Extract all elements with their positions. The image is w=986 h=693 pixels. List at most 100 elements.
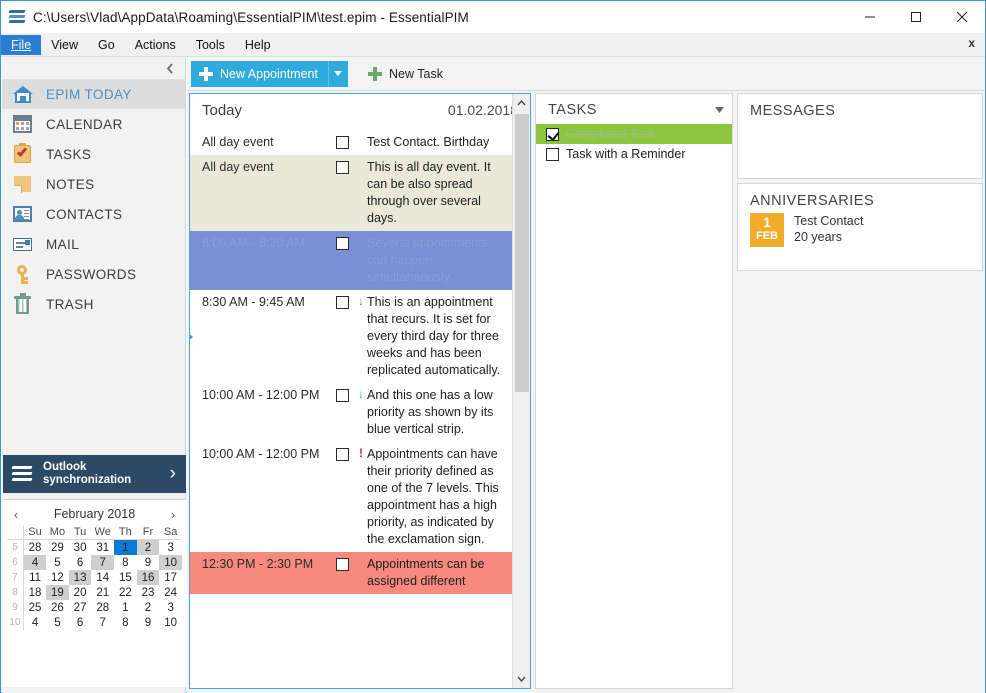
calendar-day-cell[interactable]: 3	[159, 540, 182, 556]
calendar-day-cell[interactable]: 17	[159, 570, 182, 585]
sidebar-item-epim-today[interactable]: EPIM TODAY	[2, 79, 185, 109]
appointment-row[interactable]: 12:30 PM - 2:30 PM Appointments can be as…	[190, 552, 513, 594]
calendar-day-cell[interactable]: 31	[91, 540, 114, 556]
appointment-row[interactable]: All day event This is all day event. It c…	[190, 155, 513, 231]
calendar-day-cell[interactable]: 25	[23, 600, 46, 615]
calendar-day-cell[interactable]: 9	[137, 555, 160, 570]
appointment-row[interactable]: 10:00 AM - 12:00 PM! Appointments can hav…	[190, 442, 513, 552]
maximize-button[interactable]	[893, 1, 939, 33]
appointment-checkbox[interactable]	[336, 161, 349, 174]
calendar-day-cell[interactable]: 28	[91, 600, 114, 615]
anniversary-list: 1 FEB Test Contact 20 years	[738, 209, 982, 247]
scrollbar-thumb[interactable]	[515, 114, 529, 392]
calendar-day-cell[interactable]: 20	[69, 585, 92, 600]
calendar-day-cell[interactable]: 30	[69, 540, 92, 556]
new-appointment-dropdown-button[interactable]	[327, 60, 348, 87]
menu-view[interactable]: View	[41, 35, 88, 55]
plus-icon	[367, 66, 382, 81]
calendar-day-cell[interactable]: 2	[136, 539, 160, 555]
calendar-day-cell[interactable]: 21	[91, 585, 114, 600]
appointment-list[interactable]: All day event Test Contact. Birthday All d…	[190, 130, 513, 688]
sidebar-item-tasks[interactable]: TASKS	[2, 139, 185, 169]
appointment-checkbox[interactable]	[336, 558, 349, 571]
calendar-day-cell[interactable]: 9	[137, 615, 160, 630]
appointment-row[interactable]: 10:00 AM - 12:00 PM ↓ And this one has a l…	[190, 383, 513, 442]
appointment-row[interactable]: 8:30 AM - 9:45 AM ↓ This is an appointment…	[190, 290, 513, 383]
chevron-down-icon[interactable]	[715, 105, 724, 115]
menu-help[interactable]: Help	[235, 35, 281, 55]
calendar-day-cell[interactable]: 10	[159, 555, 182, 570]
appointment-checkbox[interactable]	[336, 389, 349, 402]
new-appointment-button[interactable]: New Appointment	[191, 60, 328, 87]
outlook-synchronization-banner[interactable]: Outlook synchronization ›	[3, 455, 186, 493]
calendar-month-title: February 2018	[53, 507, 136, 521]
appointment-checkbox[interactable]	[336, 237, 349, 250]
calendar-day-cell[interactable]: 6	[69, 555, 92, 570]
menubar-close-icon[interactable]: x	[968, 36, 975, 50]
menu-file[interactable]: File	[1, 34, 42, 55]
calendar-day-cell[interactable]: 26	[46, 600, 69, 615]
sidebar-item-contacts[interactable]: CONTACTS	[2, 199, 185, 229]
tasks-title: TASKS	[548, 102, 597, 118]
calendar-day-cell[interactable]: 22	[114, 585, 137, 600]
calendar-day-cell[interactable]: 8	[114, 555, 137, 570]
menu-actions[interactable]: Actions	[125, 35, 186, 55]
scroll-up-icon[interactable]	[513, 94, 530, 112]
sidebar-item-notes[interactable]: NOTES	[2, 169, 185, 199]
appointment-checkbox[interactable]	[336, 448, 349, 461]
calendar-day-cell[interactable]: 18	[23, 585, 46, 600]
appointment-row[interactable]: All day event Test Contact. Birthday	[190, 130, 513, 155]
menu-go[interactable]: Go	[88, 35, 125, 55]
minimize-button[interactable]	[847, 1, 893, 33]
chevron-right-icon[interactable]: ›	[170, 463, 176, 485]
calendar-day-cell[interactable]: 28	[23, 540, 46, 556]
scroll-down-icon[interactable]	[513, 670, 530, 688]
panels-container: Today 01.02.2018 All day event Test Conta…	[187, 91, 985, 693]
priority-low-icon: ↓	[358, 387, 364, 401]
appointment-row[interactable]: 8:00 AM - 8:30 AM Several appointments ca…	[190, 231, 513, 290]
calendar-day-cell[interactable]: 23	[137, 585, 160, 600]
appointment-checkbox[interactable]	[336, 136, 349, 149]
calendar-day-cell[interactable]: 7	[91, 615, 114, 630]
close-button[interactable]	[939, 1, 985, 33]
calendar-day-cell[interactable]: 4	[23, 555, 47, 570]
sidebar-collapse-icon[interactable]	[2, 57, 185, 79]
sidebar-item-mail[interactable]: MAIL	[2, 229, 185, 259]
calendar-day-cell[interactable]: 2	[137, 600, 160, 615]
anniversary-row[interactable]: 1 FEB Test Contact 20 years	[738, 209, 982, 247]
calendar-day-cell[interactable]: 1	[114, 600, 137, 615]
calendar-day-cell[interactable]: 12	[46, 570, 69, 585]
sidebar-item-trash[interactable]: TRASH	[2, 289, 185, 319]
calendar-day-cell[interactable]: 4	[23, 615, 46, 630]
calendar-day-cell[interactable]: 19	[46, 585, 69, 600]
appointment-checkbox[interactable]	[336, 296, 349, 309]
new-task-button[interactable]: New Task	[358, 61, 453, 87]
calendar-day-cell[interactable]: 24	[159, 585, 182, 600]
calendar-day-cell[interactable]: 8	[114, 615, 137, 630]
task-checkbox[interactable]	[546, 127, 559, 141]
calendar-day-cell[interactable]: 14	[91, 570, 114, 585]
calendar-day-cell[interactable]: 7	[91, 555, 115, 570]
calendar-day-cell[interactable]: 5	[46, 555, 69, 570]
calendar-day-cell[interactable]: 10	[159, 615, 182, 630]
sidebar-item-passwords[interactable]: PASSWORDS	[2, 259, 185, 289]
calendar-day-cell[interactable]: 13	[68, 570, 92, 585]
calendar-day-cell[interactable]: 16	[136, 570, 160, 585]
calendar-day-cell[interactable]: 11	[23, 570, 46, 585]
task-row[interactable]: Completed Task	[536, 124, 732, 144]
sidebar-item-calendar[interactable]: CALENDAR	[2, 109, 185, 139]
task-row[interactable]: Task with a Reminder	[536, 144, 732, 164]
calendar-day-cell[interactable]: 29	[46, 540, 69, 556]
calendar-day-cell[interactable]: 6	[69, 615, 92, 630]
calendar-prev-icon[interactable]: ‹	[7, 507, 25, 522]
calendar-day-cell[interactable]: 27	[69, 600, 92, 615]
today-scrollbar[interactable]	[512, 94, 530, 688]
calendar-next-icon[interactable]: ›	[164, 507, 182, 522]
calendar-day-cell[interactable]: 15	[114, 570, 137, 585]
task-checkbox[interactable]	[546, 147, 559, 161]
calendar-day-cell[interactable]: 3	[159, 600, 182, 615]
menu-tools[interactable]: Tools	[186, 35, 235, 55]
calendar-day-cell[interactable]: 1	[114, 539, 137, 555]
task-label: Completed Task	[566, 127, 656, 141]
calendar-day-cell[interactable]: 5	[46, 615, 69, 630]
